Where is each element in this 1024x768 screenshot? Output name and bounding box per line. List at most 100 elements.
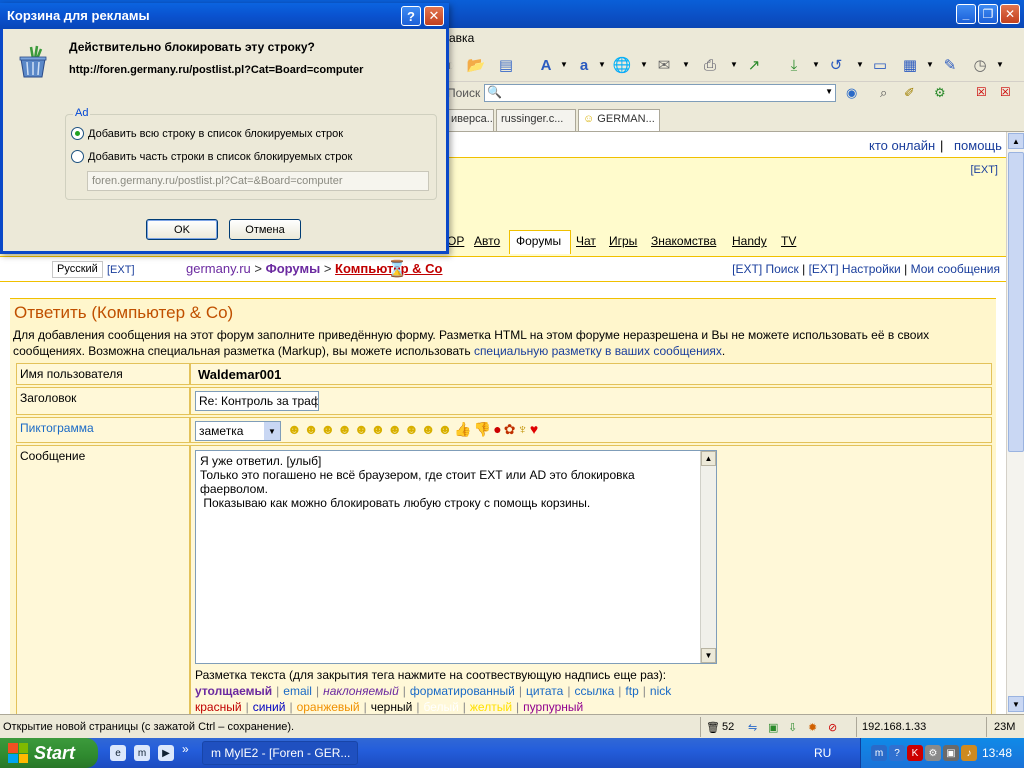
scroll-thumb[interactable] [1008,152,1024,452]
wink-icon[interactable]: ☻ [438,421,453,438]
markup-nick[interactable]: nick [650,684,671,698]
globe-icon[interactable]: 🌐 [610,54,634,76]
notes-icon[interactable]: ▤ [494,54,518,76]
restore-icon[interactable]: ↗ [742,54,766,76]
scroll-up-icon[interactable]: ▲ [701,451,716,466]
option-full-label[interactable]: Добавить всю строку в список блокируемых… [88,128,343,140]
thumbs-down-icon[interactable]: 👎 [474,421,491,438]
cancel-button[interactable]: Отмена [229,219,301,240]
markup-italic[interactable]: наклоняемый [323,684,399,698]
tray-myie-icon[interactable]: m [871,745,887,761]
message-scrollbar[interactable]: ▲ ▼ [700,451,716,663]
options-icon[interactable]: ⚙ [934,85,946,101]
flower-icon[interactable]: ✿ [504,421,516,438]
close-search-icon[interactable]: ☒ [976,85,987,99]
breadcrumb-site[interactable]: germany.ru [186,261,251,276]
my-messages-link[interactable]: Мои сообщения [911,262,1000,276]
color-blue[interactable]: синий [253,700,286,714]
markup-quote[interactable]: цитата [526,684,563,698]
menu-item-bookmarks[interactable]: авка [449,31,474,45]
option-partial-row[interactable]: Добавить часть строки в список блокируем… [71,150,352,163]
option-full-radio[interactable] [71,127,84,140]
language-button[interactable]: Русский [52,261,103,278]
shock-icon[interactable]: ☻ [404,421,419,438]
nav-tv[interactable]: TV [781,234,796,248]
start-button[interactable]: Start [0,738,98,768]
close-all-icon[interactable]: ☒ [1000,85,1011,99]
language-indicator[interactable]: RU [814,746,831,760]
window-icon[interactable]: ▭ [868,54,892,76]
subject-input[interactable]: Re: Контроль за траф [195,391,319,411]
dialog-close-button[interactable]: ✕ [424,6,444,26]
lips-icon[interactable]: ● [493,421,501,438]
icon-label[interactable]: Пиктограмма [17,418,191,442]
settings-link[interactable]: Настройки [842,262,901,276]
nav-handy[interactable]: Handy [732,234,767,248]
color-red[interactable]: красный [195,700,242,714]
scroll-up-icon[interactable]: ▲ [1008,133,1024,149]
tongue-icon[interactable]: ☻ [421,421,436,438]
scroll-down-icon[interactable]: ▼ [701,648,716,663]
help-link[interactable]: помощь [954,138,1002,153]
heart-icon[interactable]: ♥ [530,421,538,438]
color-orange[interactable]: оранжевый [297,700,360,714]
search-link[interactable]: Поиск [766,262,799,276]
tray-network-icon[interactable]: ▣ [943,745,959,761]
markup-preformatted[interactable]: форматированный [410,684,515,698]
color-purple[interactable]: пурпурный [523,700,583,714]
edit-icon[interactable]: ✎ [938,54,962,76]
option-partial-label[interactable]: Добавить часть строки в список блокируем… [88,151,352,163]
close-button[interactable]: ✕ [1000,4,1020,24]
icon-select[interactable]: заметка ▼ [195,421,281,441]
clock-icon[interactable]: ◷ [968,54,992,76]
minimize-button[interactable]: _ [956,4,976,24]
laugh-icon[interactable]: ☻ [354,421,369,438]
breadcrumb-forums[interactable]: Форумы [266,261,321,276]
frown-icon[interactable]: ☻ [304,421,319,438]
color-white[interactable]: белый [423,700,458,714]
color-yellow[interactable]: желтый [470,700,512,714]
nav-games[interactable]: Игры [609,234,637,248]
surprised-icon[interactable]: ☻ [320,421,335,438]
dialog-help-button[interactable]: ? [401,6,421,26]
ql-more-icon[interactable]: » [182,742,189,756]
download-icon[interactable]: ⤓ [782,54,806,76]
color-black[interactable]: черный [371,700,413,714]
ok-button[interactable]: OK [146,219,218,240]
page-scrollbar[interactable]: ▲ ▼ [1006,132,1024,714]
sad-icon[interactable]: ☻ [387,421,402,438]
folder-icon[interactable]: 📂 [464,54,488,76]
who-online-link[interactable]: кто онлайн [869,138,935,153]
option-partial-radio[interactable] [71,150,84,163]
trash-icon[interactable]: 🗑 [706,721,720,734]
block-icon[interactable]: ⊘ [828,721,837,734]
download-status-icon[interactable]: ⇩ [788,721,797,734]
mail-icon[interactable]: ✉ [652,54,676,76]
ql-explorer-icon[interactable]: e [110,745,126,761]
scroll-down-icon[interactable]: ▼ [1008,696,1024,712]
smile-icon[interactable]: ☻ [287,421,302,438]
markup-ftp[interactable]: ftp [625,684,638,698]
undo-icon[interactable]: ↺ [824,54,848,76]
nav-forums[interactable]: Форумы [516,234,561,248]
tab-3[interactable]: ☺ GERMAN... [578,109,660,131]
markup-link[interactable]: ссылка [574,684,614,698]
tray-antivirus-icon[interactable]: K [907,745,923,761]
maximize-button[interactable]: ❐ [978,4,998,24]
ql-media-icon[interactable]: ▶ [158,745,174,761]
cup-icon[interactable]: ♆ [517,421,528,438]
tray-volume-icon[interactable]: ♪ [961,745,977,761]
tab-1[interactable]: иверса... [446,109,494,131]
font-icon[interactable]: A [534,54,558,76]
chevron-down-icon[interactable]: ▼ [825,87,833,96]
grid-icon[interactable]: ▦ [898,54,922,76]
nav-dating[interactable]: Знакомства [651,234,716,248]
search-input[interactable]: 🔍 ▼ [484,84,836,102]
zoom-icon[interactable]: ⌕ [880,85,887,101]
tray-help-icon[interactable]: ? [889,745,905,761]
grin-icon[interactable]: ☻ [371,421,386,438]
cool-icon[interactable]: ☻ [337,421,352,438]
nav-chat[interactable]: Чат [576,234,596,248]
print-icon[interactable]: ⎙ [698,54,722,76]
highlight-icon[interactable]: ✐ [904,85,915,101]
